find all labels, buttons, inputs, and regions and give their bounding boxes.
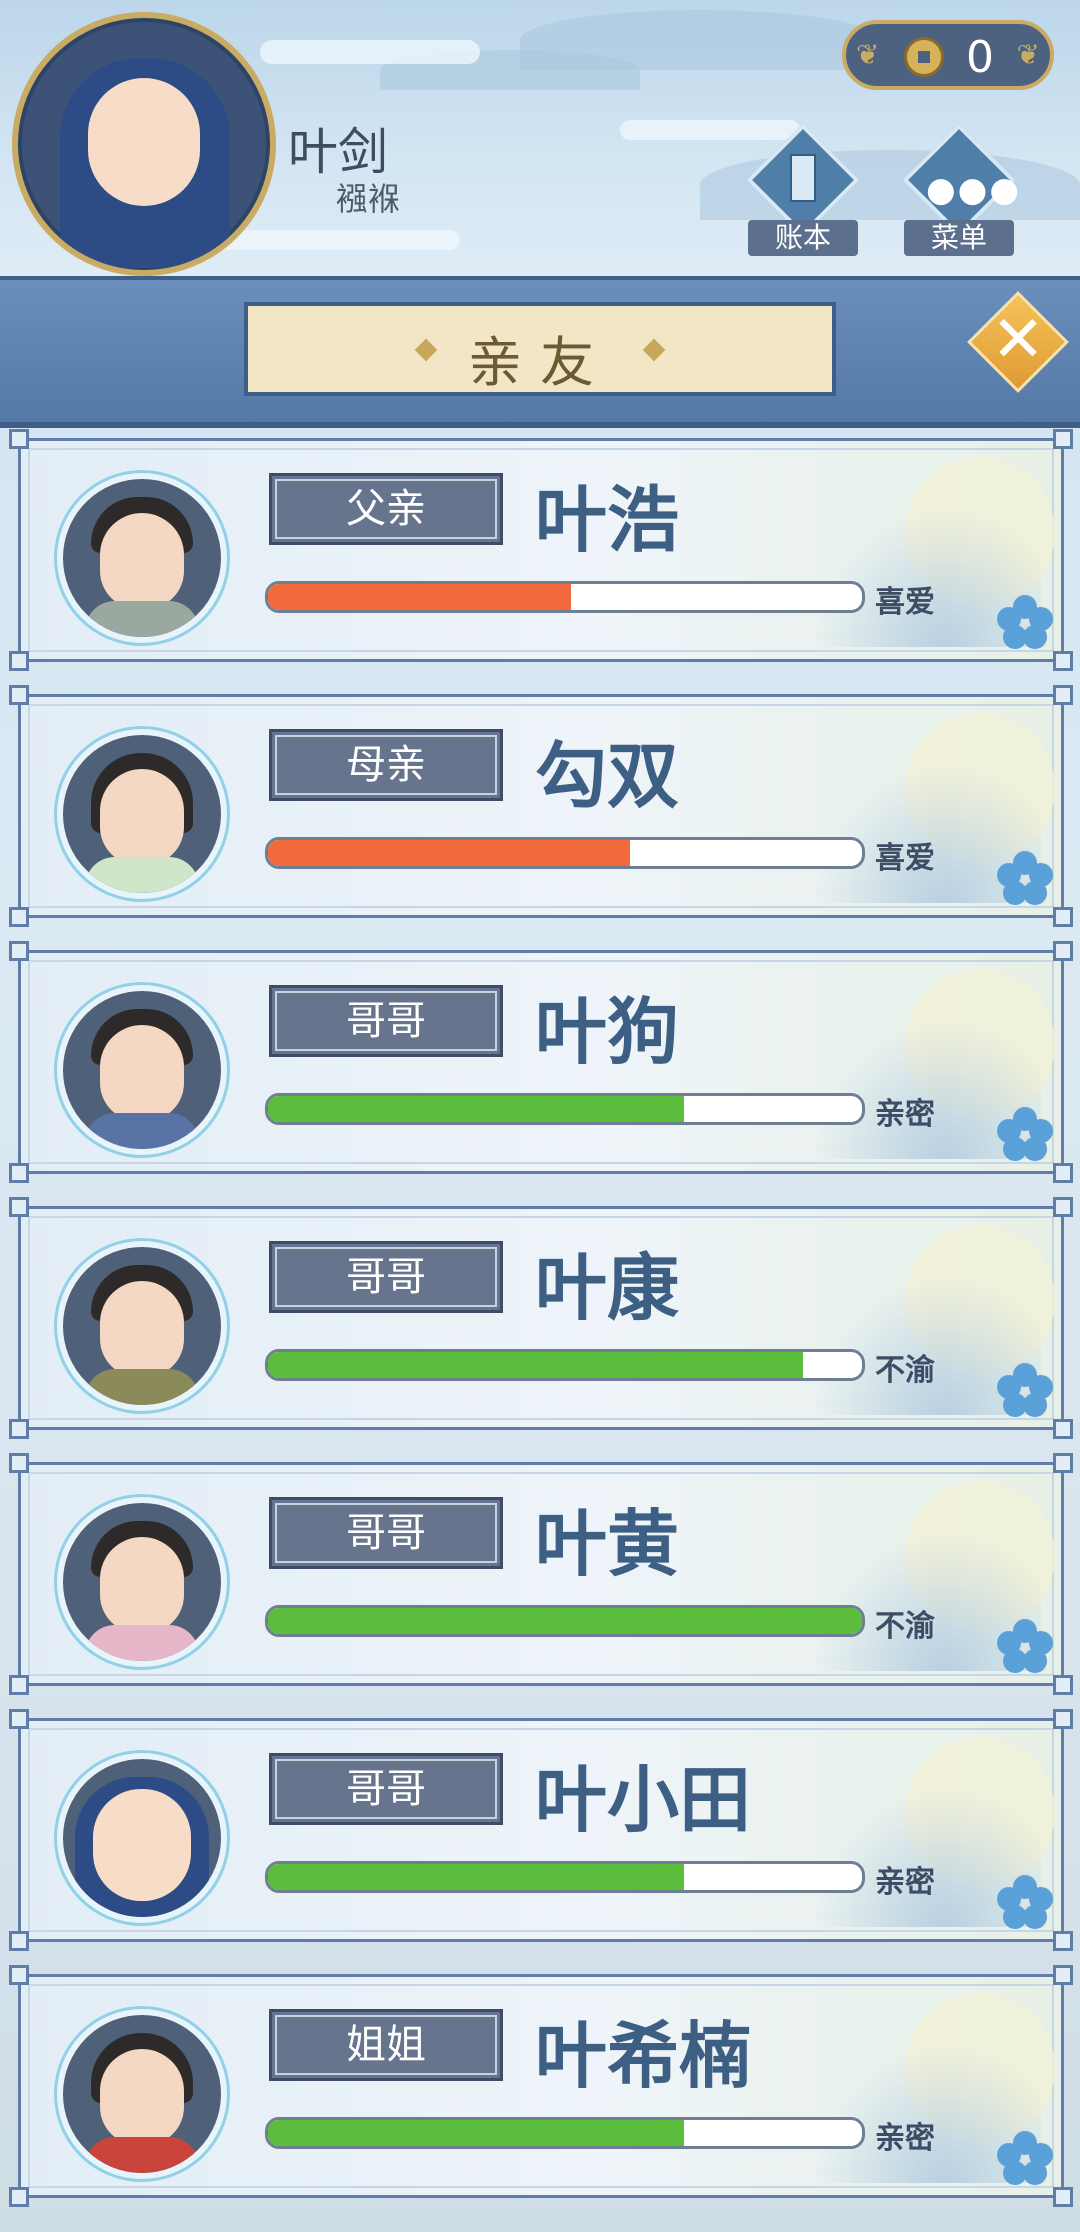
affection-status: 亲密 bbox=[875, 2121, 935, 2156]
relation-tag: 哥哥 bbox=[269, 985, 503, 1057]
menu-button[interactable]: ●●● 菜单 bbox=[902, 123, 1019, 256]
relative-card[interactable]: 哥哥 叶黄 不渝 bbox=[9, 1453, 1073, 1695]
relative-name: 叶希楠 bbox=[535, 2014, 752, 2098]
relation-tag: 哥哥 bbox=[269, 1497, 503, 1569]
relative-avatar bbox=[57, 1241, 227, 1411]
relative-name: 叶康 bbox=[535, 1246, 680, 1330]
relation-tag: 哥哥 bbox=[269, 1753, 503, 1825]
flower-icon bbox=[997, 1107, 1053, 1163]
page-title: 亲友 bbox=[468, 331, 612, 394]
flower-icon bbox=[997, 1619, 1053, 1675]
affection-fill bbox=[268, 2120, 684, 2146]
affection-status: 亲密 bbox=[875, 1097, 935, 1132]
flower-icon bbox=[997, 851, 1053, 907]
account-label: 账本 bbox=[748, 220, 858, 256]
close-icon: ✕ bbox=[991, 303, 1045, 377]
player-title: 襁褓 bbox=[336, 180, 401, 218]
relative-card[interactable]: 父亲 叶浩 喜爱 bbox=[9, 429, 1073, 671]
affection-fill bbox=[268, 1608, 862, 1634]
relation-tag: 父亲 bbox=[269, 473, 503, 545]
relation-tag: 母亲 bbox=[269, 729, 503, 801]
relative-card[interactable]: 哥哥 叶康 不渝 bbox=[9, 1197, 1073, 1439]
relative-name: 叶黄 bbox=[535, 1502, 680, 1586]
coin-icon bbox=[904, 37, 944, 77]
flower-icon bbox=[997, 1875, 1053, 1931]
flower-icon bbox=[997, 1363, 1053, 1419]
affection-bar bbox=[265, 1349, 865, 1381]
flower-icon bbox=[997, 595, 1053, 651]
coin-value: 0 bbox=[966, 32, 994, 83]
affection-bar bbox=[265, 2117, 865, 2149]
coin-counter[interactable]: ❦ 0 ❦ bbox=[842, 20, 1054, 90]
account-button[interactable]: 账本 bbox=[746, 123, 860, 256]
relative-avatar bbox=[57, 1753, 227, 1923]
relative-card[interactable]: 哥哥 叶狗 亲密 bbox=[9, 941, 1073, 1183]
relative-name: 勾双 bbox=[535, 734, 680, 818]
menu-label: 菜单 bbox=[904, 220, 1014, 256]
relative-avatar bbox=[57, 729, 227, 899]
player-avatar[interactable] bbox=[12, 12, 276, 276]
affection-status: 不渝 bbox=[875, 1609, 935, 1644]
affection-status: 喜爱 bbox=[875, 841, 935, 876]
affection-bar bbox=[265, 581, 865, 613]
affection-fill bbox=[268, 840, 631, 866]
bamboo-right-icon: ❦ bbox=[1016, 38, 1040, 71]
affection-status: 喜爱 bbox=[875, 585, 935, 620]
relative-avatar bbox=[57, 473, 227, 643]
relative-name: 叶小田 bbox=[535, 1758, 752, 1842]
affection-status: 不渝 bbox=[875, 1353, 935, 1388]
relative-avatar bbox=[57, 985, 227, 1155]
relative-name: 叶狗 bbox=[535, 990, 680, 1074]
affection-fill bbox=[268, 1096, 684, 1122]
affection-status: 亲密 bbox=[875, 1865, 935, 1900]
affection-bar bbox=[265, 1605, 865, 1637]
affection-fill bbox=[268, 584, 571, 610]
relative-name: 叶浩 bbox=[535, 478, 680, 562]
flower-icon bbox=[997, 2131, 1053, 2187]
relative-card[interactable]: 姐姐 叶希楠 亲密 bbox=[9, 1965, 1073, 2207]
relation-tag: 姐姐 bbox=[269, 2009, 503, 2081]
bamboo-left-icon: ❦ bbox=[856, 38, 880, 71]
relative-avatar bbox=[57, 2009, 227, 2179]
relation-tag: 哥哥 bbox=[269, 1241, 503, 1313]
relative-card[interactable]: 母亲 勾双 喜爱 bbox=[9, 685, 1073, 927]
relative-card[interactable]: 哥哥 叶小田 亲密 bbox=[9, 1709, 1073, 1951]
title-bar: 亲友 bbox=[0, 276, 1080, 428]
book-icon bbox=[790, 154, 816, 202]
title-plate: 亲友 bbox=[244, 302, 836, 396]
affection-bar bbox=[265, 1093, 865, 1125]
more-dots-icon: ●●● bbox=[926, 170, 1022, 210]
relative-avatar bbox=[57, 1497, 227, 1667]
affection-bar bbox=[265, 1861, 865, 1893]
affection-bar bbox=[265, 837, 865, 869]
affection-fill bbox=[268, 1864, 684, 1890]
affection-fill bbox=[268, 1352, 803, 1378]
